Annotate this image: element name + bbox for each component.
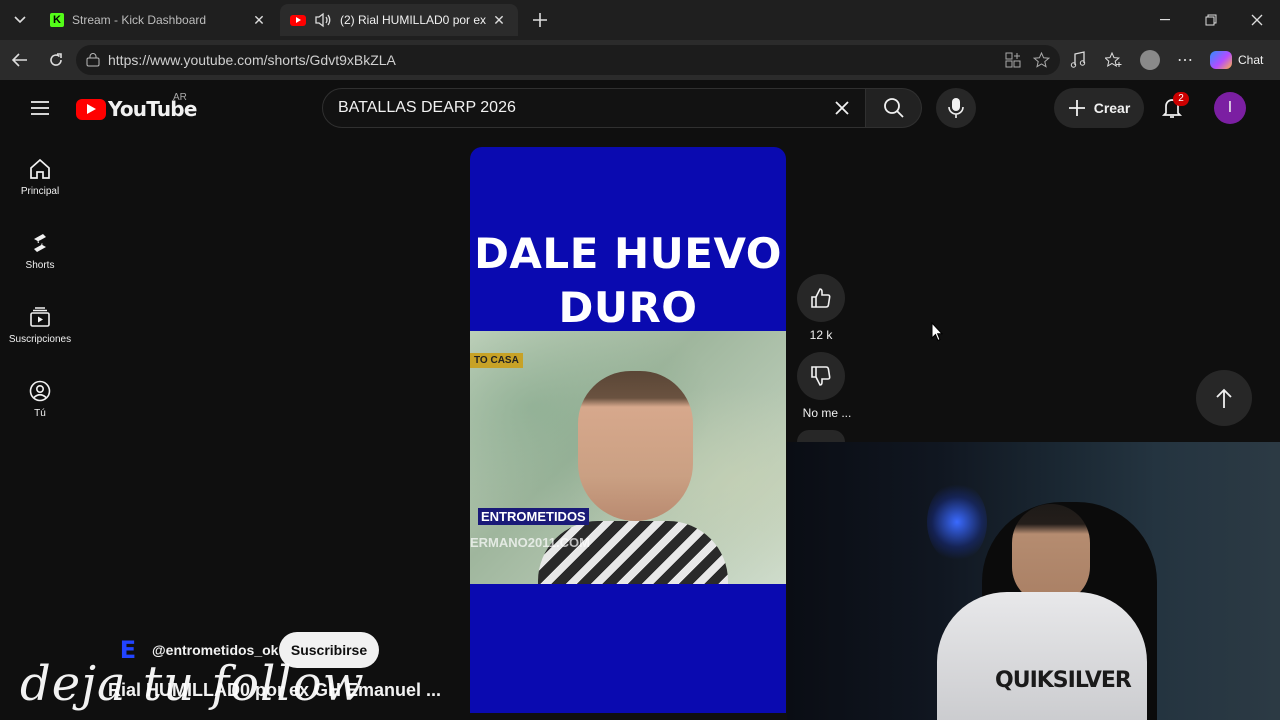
browser-tab-bar: K Stream - Kick Dashboard ✕ (2) Rial HUM… <box>0 0 1280 40</box>
previous-short-button[interactable] <box>1196 370 1252 426</box>
tab-kick-dashboard[interactable]: K Stream - Kick Dashboard ✕ <box>40 4 278 36</box>
search-icon <box>883 98 904 118</box>
copilot-icon <box>1210 51 1232 69</box>
lower-third-label: ENTROMETIDOS <box>478 508 589 525</box>
clear-search-button[interactable] <box>830 96 854 120</box>
video-headline-line2: DURO <box>558 283 698 332</box>
channel-tag: TO CASA <box>470 353 523 368</box>
account-avatar[interactable]: I <box>1214 92 1246 124</box>
chat-label: Chat <box>1238 53 1264 67</box>
more-options-icon[interactable]: ⋯ <box>1177 50 1193 70</box>
sidebar-item-label: Tú <box>34 408 46 419</box>
streamer-head <box>1012 504 1090 604</box>
plus-icon <box>1068 100 1085 116</box>
region-code: AR <box>173 92 187 103</box>
sidebar-item-suscripciones[interactable]: Suscripciones <box>0 306 80 345</box>
reload-icon <box>50 53 62 66</box>
sidebar-item-label: Shorts <box>25 260 55 271</box>
close-window-button[interactable] <box>1234 0 1280 40</box>
restore-button[interactable] <box>1188 0 1234 40</box>
media-control-icon[interactable] <box>1070 51 1086 69</box>
reload-button[interactable] <box>42 48 70 72</box>
close-tab-button[interactable]: ✕ <box>490 12 508 29</box>
chevron-down-icon <box>14 16 26 24</box>
back-button[interactable] <box>6 48 34 72</box>
favorite-star-icon[interactable] <box>1033 52 1050 68</box>
hamburger-icon <box>31 101 49 115</box>
create-button[interactable]: Crear <box>1054 88 1144 128</box>
restore-icon <box>1205 14 1217 26</box>
close-icon <box>1251 14 1263 26</box>
kick-icon: K <box>50 13 64 27</box>
video-frame: TO CASA ENTROMETIDOS ERMANO2011.COM <box>470 331 786 584</box>
speaker-icon[interactable] <box>314 12 332 28</box>
site-info-icon[interactable] <box>86 53 100 67</box>
sidebar-item-label: Principal <box>20 186 60 197</box>
shorts-icon <box>34 234 46 252</box>
tab-youtube-short[interactable]: (2) Rial HUMILLAD0 por ex GH ✕ <box>280 4 518 36</box>
thumbs-down-icon <box>811 366 831 386</box>
favorites-icon[interactable] <box>1105 52 1122 68</box>
streamer-shirt <box>937 592 1147 720</box>
notifications-button[interactable]: 2 <box>1160 92 1189 122</box>
profile-icon[interactable] <box>1140 50 1160 70</box>
webcam-overlay: QUIKSILVER <box>787 442 1280 720</box>
person-figure <box>538 371 728 584</box>
create-label: Crear <box>1093 100 1131 116</box>
mouse-cursor-icon <box>931 322 943 342</box>
arrow-up-icon <box>1216 388 1232 408</box>
tab-title: (2) Rial HUMILLAD0 por ex GH <box>340 13 490 27</box>
sidebar-item-principal[interactable]: Principal <box>0 158 80 197</box>
sidebar-item-tu[interactable]: Tú <box>0 380 80 419</box>
close-icon <box>835 101 849 115</box>
notification-badge: 2 <box>1173 92 1189 106</box>
arrow-left-icon <box>12 53 27 67</box>
video-headline-line1: DALE HUEVO <box>474 229 782 278</box>
youtube-logo-icon <box>76 98 106 120</box>
blue-light-glow <box>927 482 987 562</box>
like-button[interactable] <box>797 274 845 322</box>
sidebar-item-label: Suscripciones <box>8 334 72 345</box>
short-video-player[interactable]: DALE HUEVO DURO TO CASA ENTROMETIDOS ERM… <box>470 147 786 713</box>
comments-button[interactable] <box>797 430 845 442</box>
dislike-label: No me ... <box>802 406 852 420</box>
home-icon <box>30 158 50 179</box>
stream-overlay-text: deja tu follow <box>20 656 365 712</box>
plus-icon <box>533 13 547 27</box>
subscriptions-icon <box>30 307 50 327</box>
url-text: https://www.youtube.com/shorts/Gdvt9xBkZ… <box>108 52 396 68</box>
copilot-chat-button[interactable]: Chat <box>1210 48 1263 72</box>
tab-list-dropdown-button[interactable] <box>8 8 32 32</box>
shirt-logo: QUIKSILVER <box>995 668 1132 693</box>
tab-title: Stream - Kick Dashboard <box>72 13 207 27</box>
microphone-icon <box>948 98 964 118</box>
sidebar-item-shorts[interactable]: Shorts <box>0 232 80 271</box>
you-icon <box>29 380 51 402</box>
thumbs-up-icon <box>811 288 831 308</box>
search-input[interactable] <box>338 96 818 120</box>
video-headline: DALE HUEVO DURO <box>470 227 786 335</box>
search-button[interactable] <box>866 88 922 128</box>
close-tab-button[interactable]: ✕ <box>250 12 268 29</box>
new-tab-button[interactable] <box>528 8 552 32</box>
minimize-button[interactable] <box>1142 0 1188 40</box>
app-install-icon[interactable] <box>1005 52 1021 68</box>
minimize-icon <box>1160 19 1170 21</box>
guide-menu-button[interactable] <box>28 96 52 120</box>
dislike-button[interactable] <box>797 352 845 400</box>
like-count: 12 k <box>809 328 833 342</box>
video-watermark: ERMANO2011.COM <box>470 535 590 550</box>
avatar-letter: I <box>1227 99 1233 116</box>
voice-search-button[interactable] <box>936 88 976 128</box>
youtube-icon <box>290 14 306 26</box>
